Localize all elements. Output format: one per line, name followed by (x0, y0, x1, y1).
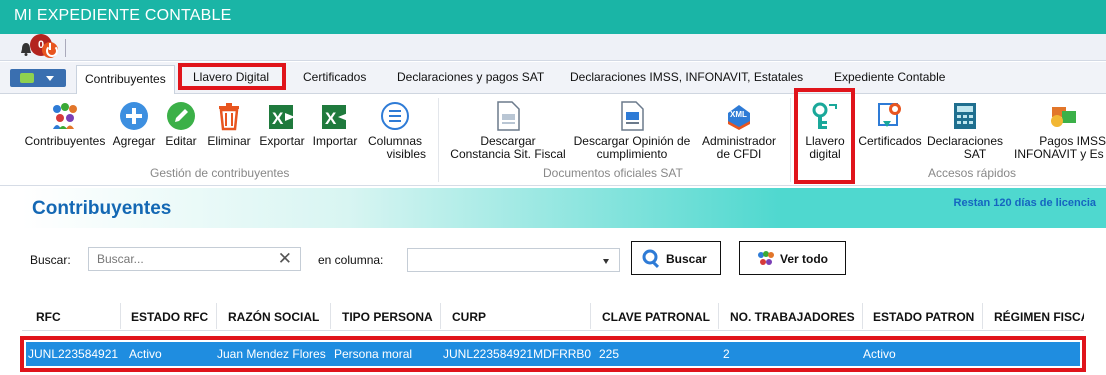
xml-cloud-icon: XML (728, 105, 750, 130)
title-bar: MI EXPEDIENTE CONTABLE (0, 0, 1106, 34)
descargar-opinion-button[interactable]: Descargar Opinión de cumplimiento (568, 101, 696, 161)
group-divider (790, 98, 791, 182)
declaraciones-sat-button[interactable]: Declaraciones SAT (925, 101, 1005, 161)
editar-label: Editar (165, 134, 197, 148)
descargar-constancia-button[interactable]: Descargar Constancia Sit. Fiscal (446, 101, 570, 161)
section-header: Contribuyentes Restan 120 días de licenc… (22, 188, 1106, 228)
exportar-label: Exportar (259, 134, 305, 148)
editar-button[interactable]: Editar (161, 101, 201, 148)
tab-certificados[interactable]: Certificados (303, 70, 366, 84)
buscar-button[interactable]: Buscar (631, 241, 721, 275)
search-label: Buscar: (30, 253, 71, 267)
pagos-label-2: INFONAVIT y Es (1014, 147, 1104, 161)
column-divider (590, 303, 591, 329)
contribuyentes-label: Contribuyentes (24, 134, 106, 148)
excel-export-icon: X (269, 105, 295, 129)
column-label: en columna: (318, 253, 384, 267)
buscar-label: Buscar (666, 252, 707, 266)
declaraciones-label-2: SAT (963, 147, 987, 161)
columnas-label-2: visibles (386, 147, 426, 161)
column-header-estado-rfc[interactable]: ESTADO RFC (131, 310, 208, 324)
svg-text:X: X (325, 109, 337, 128)
eliminar-button[interactable]: Eliminar (204, 101, 254, 148)
people-group-icon (53, 103, 77, 129)
column-divider (982, 303, 983, 329)
tab-contribuyentes[interactable]: Contribuyentes (76, 65, 175, 95)
tab-declaraciones-imss[interactable]: Declaraciones IMSS, INFONAVIT, Estatales (570, 70, 803, 84)
administrador-cfdi-button[interactable]: XML Administrador de CFDI (696, 101, 782, 161)
list-columns-icon (381, 102, 409, 130)
search-input[interactable]: Buscar... ✕ (88, 247, 301, 271)
people-group-icon (758, 251, 774, 265)
eliminar-label: Eliminar (207, 134, 251, 148)
xml-label: XML (730, 110, 747, 119)
certificate-icon (878, 103, 901, 127)
app-title: MI EXPEDIENTE CONTABLE (14, 7, 232, 24)
pencil-icon (167, 102, 195, 130)
tab-expediente-contable[interactable]: Expediente Contable (834, 70, 945, 84)
calculator-icon (954, 103, 976, 129)
search-placeholder: Buscar... (97, 252, 144, 266)
column-header-razon-social[interactable]: RAZÓN SOCIAL (228, 310, 319, 324)
add-icon (120, 102, 148, 130)
columnas-visibles-button[interactable]: Columnas visibles (364, 101, 426, 161)
notification-bar: 0 (0, 34, 1106, 61)
highlight-box (20, 336, 1086, 372)
chevron-down-icon (46, 76, 54, 81)
divider (65, 39, 66, 57)
group-divider (438, 98, 439, 182)
column-select[interactable] (407, 248, 620, 272)
ver-todo-button[interactable]: Ver todo (739, 241, 846, 275)
app-menu-button[interactable] (10, 69, 66, 87)
chevron-down-icon (603, 259, 609, 264)
trash-icon (219, 103, 239, 131)
column-header-clave-patronal[interactable]: CLAVE PATRONAL (602, 310, 710, 324)
highlight-box (178, 63, 286, 90)
highlight-box (794, 88, 855, 184)
pagos-imss-button[interactable]: Pagos IMSS INFONAVIT y Es (1010, 101, 1106, 161)
excel-import-icon: X (322, 105, 348, 129)
importar-label: Importar (312, 134, 358, 148)
certificados-button[interactable]: Certificados (855, 101, 925, 148)
importar-button[interactable]: X Importar (310, 101, 360, 148)
column-header-no-trabajadores[interactable]: NO. TRABAJADORES (730, 310, 855, 324)
column-divider (216, 303, 217, 329)
agregar-button[interactable]: Agregar (110, 101, 158, 148)
document-check-icon (621, 101, 644, 131)
column-header-regimen-fiscal[interactable]: RÉGIMEN FISCA (994, 310, 1084, 324)
opinion-label-2: cumplimiento (596, 147, 668, 161)
app-menu-icon (20, 73, 34, 83)
group-label-documentos: Documentos oficiales SAT (543, 166, 683, 180)
column-header-curp[interactable]: CURP (452, 310, 486, 324)
search-icon (642, 249, 660, 269)
admin-label-2: de CFDI (716, 147, 762, 161)
column-divider (862, 303, 863, 329)
column-header-tipo-persona[interactable]: TIPO PERSONA (342, 310, 433, 324)
license-status: Restan 120 días de licencia (953, 197, 1096, 209)
clear-icon[interactable]: ✕ (278, 249, 292, 269)
page-title: Contribuyentes (32, 198, 172, 219)
tab-declaraciones-sat[interactable]: Declaraciones y pagos SAT (397, 70, 544, 84)
power-icon[interactable] (42, 42, 58, 58)
column-divider (120, 303, 121, 329)
ver-todo-label: Ver todo (780, 252, 829, 266)
group-label-accesos: Accesos rápidos (928, 166, 1017, 180)
certificados-label: Certificados (858, 134, 922, 148)
column-divider (718, 303, 719, 329)
document-icon (497, 101, 520, 131)
header-divider (22, 330, 1084, 331)
column-divider (440, 303, 441, 329)
column-header-rfc[interactable]: RFC (36, 310, 61, 324)
payment-icon (1051, 107, 1076, 127)
agregar-label: Agregar (112, 134, 156, 148)
contribuyentes-button[interactable]: Contribuyentes (20, 101, 110, 148)
column-divider (330, 303, 331, 329)
descargar-label-2: Constancia Sit. Fiscal (450, 147, 566, 161)
svg-text:X: X (272, 109, 284, 128)
exportar-button[interactable]: X Exportar (257, 101, 307, 148)
group-label-gestion: Gestión de contribuyentes (150, 166, 290, 180)
column-header-estado-patron[interactable]: ESTADO PATRON (873, 310, 974, 324)
